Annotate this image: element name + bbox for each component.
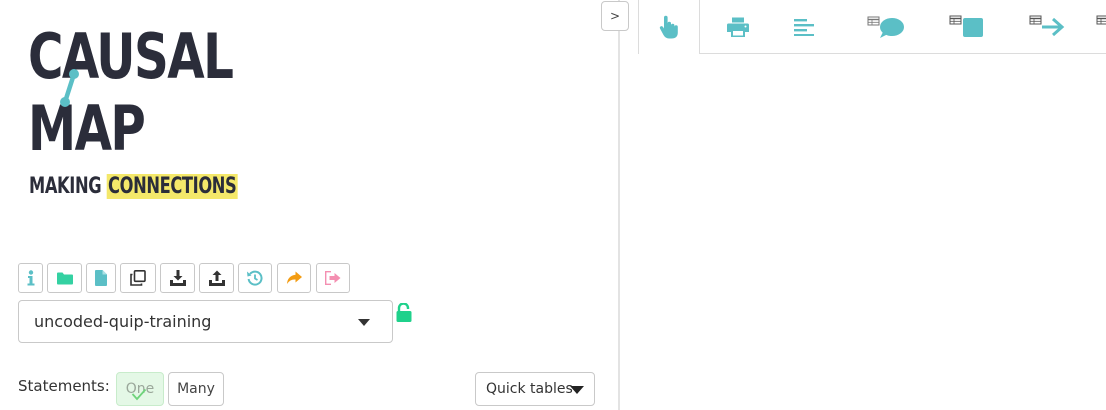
left-panel: CAUSAL MAP MAKING CONNECTIONS uncoded-qu… [0, 0, 618, 410]
logo-connector-icon [60, 69, 79, 107]
file-icon [95, 270, 107, 286]
download-icon [169, 270, 186, 286]
align-left-icon [794, 18, 814, 36]
caret-down-icon [358, 319, 370, 326]
check-icon [131, 388, 147, 401]
statements-many-label: Many [177, 381, 215, 397]
statements-one-button[interactable]: One [116, 372, 164, 406]
share-icon [287, 271, 302, 284]
tab-table-comments[interactable] [856, 0, 916, 53]
statements-many-button[interactable]: Many [168, 372, 224, 406]
quick-tables-dropdown[interactable]: Quick tables [475, 372, 595, 406]
file-select-value: uncoded-quip-training [34, 312, 212, 331]
info-icon [27, 270, 34, 286]
history-icon [247, 270, 263, 286]
causal-map-logo: CAUSAL MAP MAKING CONNECTIONS [26, 26, 266, 202]
tab-table-links[interactable] [1018, 0, 1078, 53]
view-tabs [638, 0, 1106, 54]
right-panel: > [601, 0, 1106, 410]
table-comment-icon [867, 16, 904, 38]
new-file-button[interactable] [86, 263, 116, 293]
file-select[interactable]: uncoded-quip-training [18, 300, 393, 343]
tab-interact[interactable] [638, 0, 700, 54]
sign-out-button[interactable] [316, 263, 350, 293]
statements-label: Statements: [18, 377, 110, 395]
collapse-panel-button[interactable]: > [601, 1, 629, 31]
share-button[interactable] [277, 263, 311, 293]
pointer-hand-icon [659, 15, 678, 39]
copy-button[interactable] [120, 263, 156, 293]
quick-tables-label: Quick tables [486, 381, 573, 397]
tab-print[interactable] [718, 0, 758, 53]
tab-table-blocks[interactable] [938, 0, 998, 53]
tab-table-more[interactable] [1096, 0, 1106, 53]
logo-tagline: MAKING CONNECTIONS [29, 174, 238, 199]
sign-out-icon [325, 271, 341, 285]
download-button[interactable] [160, 263, 195, 293]
open-folder-button[interactable] [47, 263, 82, 293]
table-icon [1096, 15, 1106, 24]
copy-icon [130, 270, 146, 286]
collapse-label: > [609, 9, 621, 23]
unlock-icon[interactable] [396, 303, 413, 323]
upload-button[interactable] [199, 263, 234, 293]
info-button[interactable] [18, 263, 43, 293]
logo-tagline-highlight: CONNECTIONS [106, 174, 238, 199]
logo-tagline-plain: MAKING [29, 174, 107, 199]
caret-down-icon [570, 386, 584, 394]
folder-icon [56, 272, 73, 284]
upload-icon [208, 270, 225, 286]
history-button[interactable] [238, 263, 272, 293]
print-icon [727, 17, 749, 37]
table-arrow-icon [1029, 15, 1065, 36]
table-square-icon [949, 15, 983, 37]
tab-list[interactable] [784, 0, 824, 53]
